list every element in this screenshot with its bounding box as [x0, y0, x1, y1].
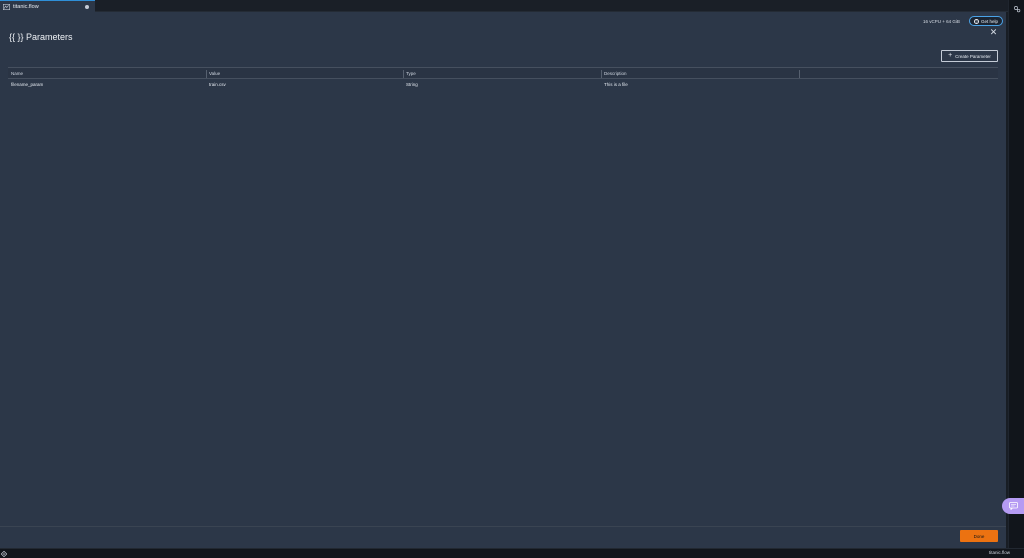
- status-bar: [0, 548, 1024, 558]
- parameters-table: Name Value Type Description filename_par…: [8, 67, 998, 90]
- get-help-label: Get help: [980, 18, 998, 24]
- tab-label: titanic.flow: [13, 3, 39, 10]
- unsaved-dot-icon[interactable]: [85, 5, 89, 9]
- flow-icon: [3, 3, 10, 10]
- gear-icon[interactable]: [1013, 5, 1021, 13]
- column-header-description[interactable]: Description: [601, 68, 627, 78]
- chat-button[interactable]: [1002, 498, 1024, 514]
- column-resizer[interactable]: [799, 70, 800, 78]
- page-title: {{ }} Parameters: [9, 32, 73, 42]
- cell-description: This is a file: [604, 82, 628, 87]
- close-icon[interactable]: ✕: [989, 28, 998, 37]
- cell-value: train.csv: [209, 82, 226, 87]
- chat-icon: [1008, 502, 1018, 510]
- diamond-icon[interactable]: [1, 551, 7, 557]
- cell-type: String: [406, 82, 418, 87]
- question-circle-icon: ?: [973, 18, 979, 24]
- get-help-button[interactable]: ? Get help: [969, 16, 1003, 26]
- table-row[interactable]: filename_param train.csv String This is …: [8, 79, 998, 90]
- create-parameter-label: Create Parameter: [955, 53, 991, 59]
- right-sidebar: [1008, 0, 1024, 548]
- resource-indicator: 16 vCPU + 64 GiB: [923, 19, 960, 24]
- column-header-name[interactable]: Name: [8, 68, 23, 78]
- column-header-type[interactable]: Type: [403, 68, 416, 78]
- table-header: Name Value Type Description: [8, 67, 998, 79]
- done-button[interactable]: Done: [960, 530, 998, 542]
- status-file-label: titanic.flow: [989, 550, 1011, 555]
- tab-bar: titanic.flow: [0, 0, 1024, 12]
- panel-footer: [0, 526, 1006, 546]
- tab-titanic-flow[interactable]: titanic.flow: [0, 0, 95, 12]
- column-header-value[interactable]: Value: [206, 68, 220, 78]
- create-parameter-button[interactable]: + Create Parameter: [941, 50, 998, 62]
- plus-icon: +: [948, 52, 953, 59]
- parameters-panel: [0, 12, 1008, 548]
- cell-name: filename_param: [11, 82, 44, 87]
